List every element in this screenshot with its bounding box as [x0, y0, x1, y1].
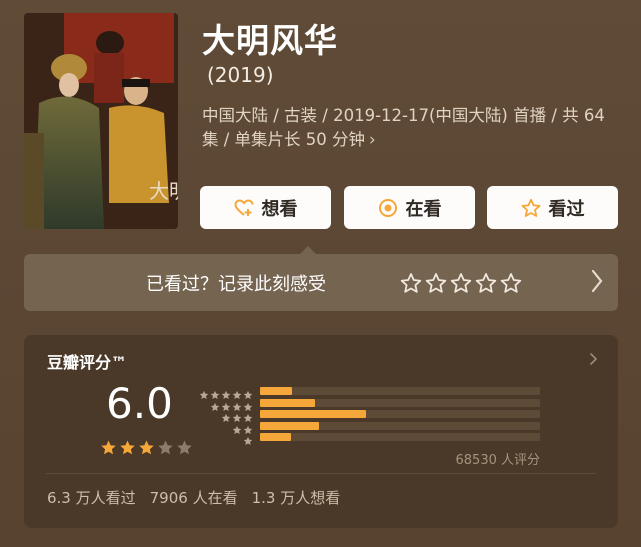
watched-count[interactable]: 6.3 万人看过 — [47, 487, 136, 508]
chevron-right-icon[interactable] — [589, 351, 598, 370]
poster-image[interactable]: 大明 — [24, 13, 178, 229]
distribution-row — [197, 420, 542, 434]
star-outline-icon — [521, 198, 541, 218]
watching-button[interactable]: 在看 — [344, 186, 475, 229]
distribution-track — [260, 387, 540, 395]
distribution-row — [197, 431, 542, 445]
star-small-icon — [243, 431, 253, 450]
star-outline-icon[interactable] — [475, 272, 497, 298]
distribution-bar — [260, 421, 319, 430]
distribution-row — [197, 385, 542, 399]
watching-count[interactable]: 7906 人在看 — [150, 487, 238, 508]
star-outline-icon[interactable] — [500, 272, 522, 298]
distribution-stars — [197, 431, 253, 450]
star-filled-icon — [119, 439, 136, 460]
star-outline-icon[interactable] — [400, 272, 422, 298]
distribution-bar — [260, 433, 291, 441]
star-filled-icon — [138, 439, 155, 460]
caret-pointer — [300, 246, 316, 254]
want-to-watch-button[interactable]: 想看 — [200, 186, 331, 229]
svg-text:大明: 大明 — [149, 179, 178, 203]
chevron-right-icon[interactable] — [590, 268, 604, 298]
distribution-bar — [260, 387, 293, 395]
rating-card-title: 豆瓣评分™ — [47, 353, 128, 372]
distribution-track — [260, 398, 540, 407]
watched-button[interactable]: 看过 — [487, 186, 618, 229]
audience-counts: 6.3 万人看过 7906 人在看 1.3 万人想看 — [47, 487, 340, 508]
distribution-bar — [260, 398, 315, 407]
distribution-track — [260, 433, 540, 441]
star-filled-icon — [100, 439, 117, 460]
distribution-row — [197, 408, 542, 422]
meta-line-1: 中国大陆 / 古装 / 2019-12-17(中国大陆) 首播 / 共 64 — [202, 106, 605, 125]
distribution-bar — [260, 410, 367, 418]
watching-label: 在看 — [405, 198, 442, 220]
star-empty-icon — [157, 439, 174, 460]
rate-prompt-bar[interactable]: 已看过？记录此刻感受 — [24, 246, 618, 311]
distribution-track — [260, 421, 540, 430]
rating-score: 6.0 — [106, 379, 173, 428]
divider — [46, 473, 596, 474]
heart-plus-icon — [233, 198, 254, 218]
star-empty-icon — [176, 439, 193, 460]
rating-stars — [100, 439, 193, 460]
watched-label: 看过 — [548, 198, 585, 220]
meta-line-2: 集 / 单集片长 50 分钟 — [202, 130, 366, 149]
distribution-row — [197, 397, 542, 411]
want-to-watch-label: 想看 — [261, 198, 298, 220]
page-title: 大明风华 — [202, 21, 338, 60]
chevron-right-icon: › — [369, 130, 376, 149]
rate-prompt-label: 已看过？记录此刻感受 — [146, 274, 326, 295]
distribution-track — [260, 410, 540, 418]
meta-info[interactable]: 中国大陆 / 古装 / 2019-12-17(中国大陆) 首播 / 共 64 集… — [202, 104, 617, 152]
want-count[interactable]: 1.3 万人想看 — [252, 487, 341, 508]
star-outline-icon[interactable] — [425, 272, 447, 298]
star-outline-icon[interactable] — [450, 272, 472, 298]
rate-stars[interactable] — [400, 272, 522, 298]
page: 大明 大明风华 (2019) 中国大陆 / 古装 / 2019-12-17(中国… — [0, 0, 641, 547]
raters-count[interactable]: 68530 人评分 — [456, 449, 541, 468]
rating-card[interactable]: 豆瓣评分™ 6.0 68530 人评分 6.3 万人看过 7906 人在看 1.… — [24, 335, 618, 528]
target-icon — [378, 198, 398, 218]
release-year: (2019) — [207, 63, 274, 87]
